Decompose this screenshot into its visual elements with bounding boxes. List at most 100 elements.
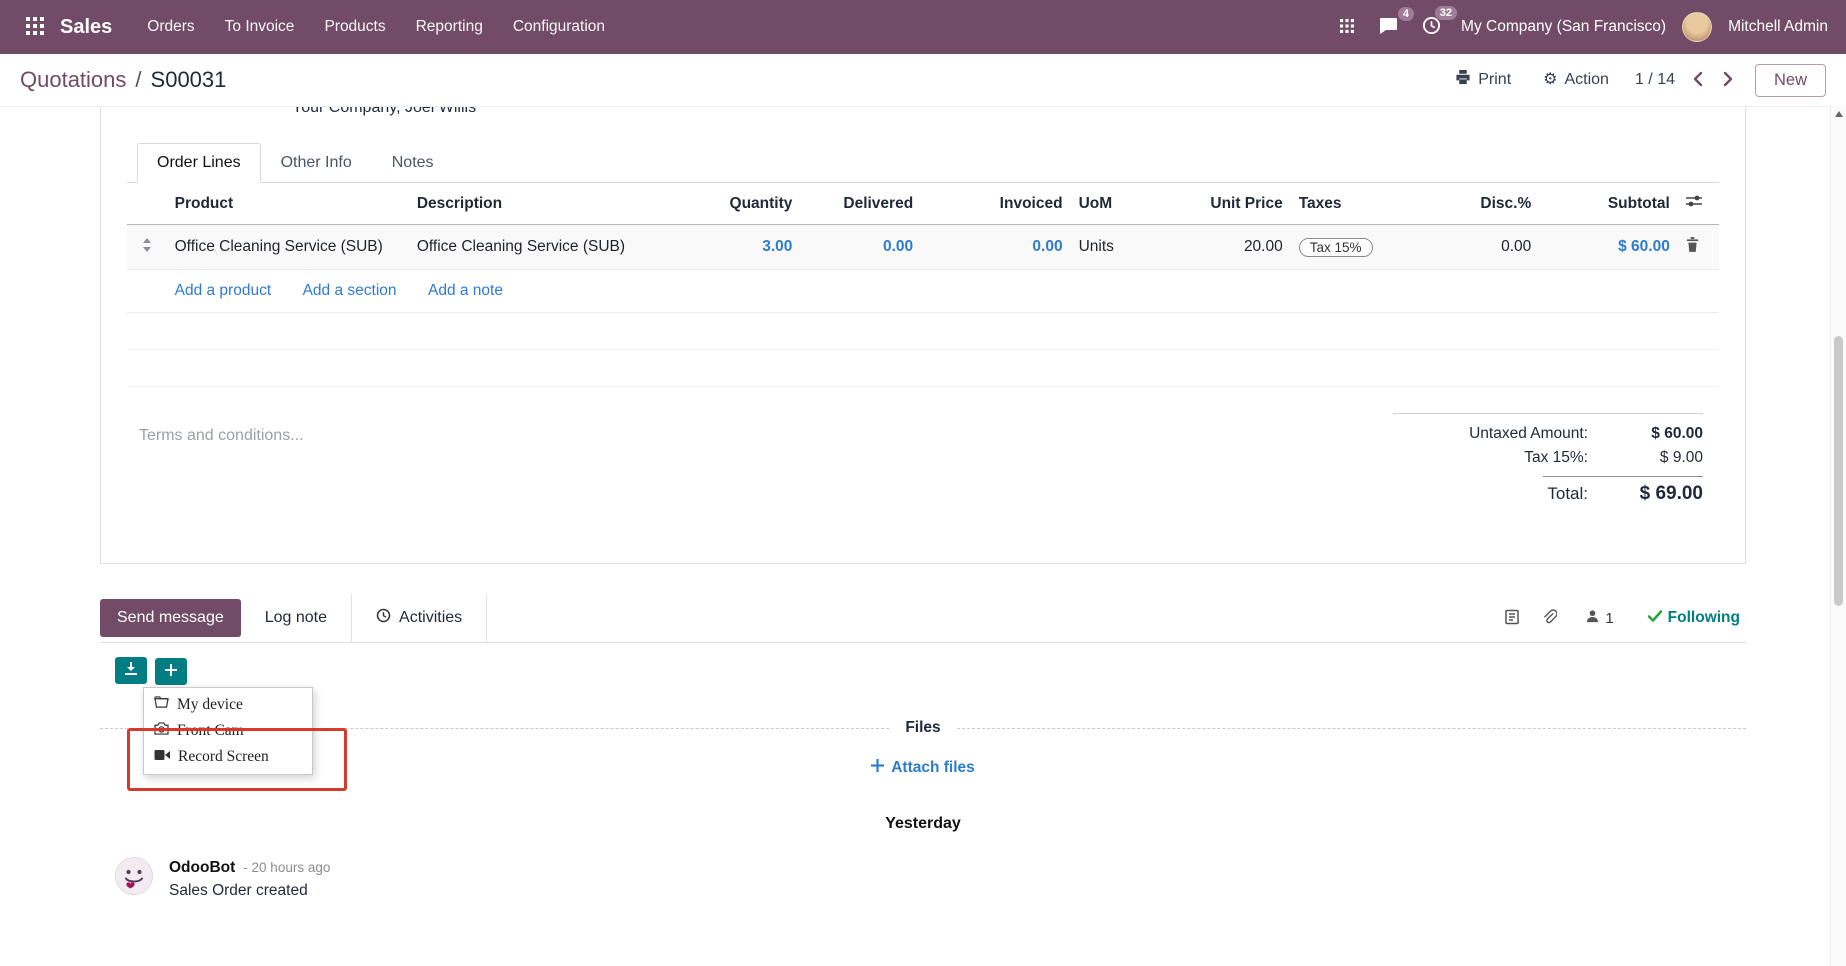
cell-product[interactable]: Office Cleaning Service (SUB): [167, 225, 409, 270]
col-uom[interactable]: UoM: [1071, 183, 1156, 225]
send-message-button[interactable]: Send message: [100, 599, 241, 637]
vertical-scrollbar[interactable]: [1830, 106, 1846, 966]
pager-previous-button[interactable]: [1691, 69, 1705, 92]
form-sheet: Your Company, Joel Willis Order Lines Ot…: [100, 107, 1746, 564]
add-a-section-link[interactable]: Add a section: [303, 282, 397, 299]
menu-item-front-cam[interactable]: Front Cam: [144, 718, 312, 744]
attach-files-wrap: Attach files: [100, 759, 1746, 777]
nav-item-configuration[interactable]: Configuration: [498, 0, 620, 54]
message-author[interactable]: OdooBot: [169, 859, 235, 877]
col-unit-price[interactable]: Unit Price: [1156, 183, 1291, 225]
message-timestamp: - 20 hours ago: [243, 860, 330, 875]
menu-item-label: Front Cam: [177, 720, 244, 742]
terms-placeholder[interactable]: Terms and conditions...: [127, 413, 304, 508]
video-camera-icon: [154, 746, 170, 768]
notebook-tabs: Order Lines Other Info Notes: [127, 143, 1719, 183]
chat-bubble-icon: [1378, 17, 1398, 38]
user-avatar[interactable]: [1682, 12, 1712, 42]
activities-button[interactable]: 32: [1418, 12, 1445, 42]
menu-item-record-screen[interactable]: Record Screen: [144, 744, 312, 770]
attachments-button[interactable]: [1542, 609, 1557, 628]
following-button[interactable]: Following: [1642, 608, 1746, 628]
new-button[interactable]: New: [1755, 64, 1826, 97]
small-grid-icon: [1340, 19, 1354, 36]
add-a-product-link[interactable]: Add a product: [175, 282, 272, 299]
scrollbar-thumb[interactable]: [1834, 336, 1843, 606]
add-a-note-link[interactable]: Add a note: [428, 282, 503, 299]
scroll-up-arrow-icon[interactable]: [1835, 111, 1843, 117]
col-disc[interactable]: Disc.%: [1434, 183, 1540, 225]
total-row: Total: $ 69.00: [1393, 480, 1703, 508]
systray-grid-button[interactable]: [1336, 15, 1358, 40]
cell-invoiced[interactable]: 0.00: [921, 225, 1070, 270]
delete-line-button[interactable]: [1686, 237, 1699, 255]
action-button[interactable]: ⚙ Action: [1537, 70, 1615, 90]
systray: 4 32 My Company (San Francisco) Mitchell…: [1336, 12, 1828, 42]
col-description[interactable]: Description: [409, 183, 691, 225]
cell-quantity[interactable]: 3.00: [690, 225, 800, 270]
cell-description[interactable]: Office Cleaning Service (SUB): [409, 225, 691, 270]
activities-schedule-button[interactable]: Activities: [352, 594, 486, 642]
trash-icon: [1686, 237, 1699, 255]
apps-grid-icon: [26, 17, 44, 38]
user-menu[interactable]: Mitchell Admin: [1728, 18, 1828, 36]
total-value: $ 69.00: [1588, 483, 1703, 505]
col-invoiced[interactable]: Invoiced: [921, 183, 1070, 225]
clipped-field-value: Your Company, Joel Willis: [292, 107, 476, 117]
print-button[interactable]: Print: [1449, 69, 1517, 91]
print-label: Print: [1478, 71, 1511, 89]
tax-tag[interactable]: Tax 15%: [1299, 238, 1373, 257]
breadcrumb-quotations-link[interactable]: Quotations: [20, 67, 126, 93]
table-header-row: Product Description Quantity Delivered I…: [127, 183, 1719, 225]
handle-column-header: [127, 183, 167, 225]
drag-handle[interactable]: [127, 225, 167, 270]
nav-item-to-invoice[interactable]: To Invoice: [210, 0, 310, 54]
cell-delivered[interactable]: 0.00: [800, 225, 921, 270]
chatter: Send message Log note Activities: [100, 594, 1746, 900]
col-taxes[interactable]: Taxes: [1291, 183, 1434, 225]
files-divider: Files: [100, 719, 1746, 737]
cell-taxes[interactable]: Tax 15%: [1291, 225, 1434, 270]
nav-item-orders[interactable]: Orders: [132, 0, 209, 54]
app-name[interactable]: Sales: [60, 16, 112, 39]
nav-item-products[interactable]: Products: [309, 0, 400, 54]
menu-item-my-device[interactable]: My device: [144, 692, 312, 718]
tab-other-info[interactable]: Other Info: [261, 143, 372, 183]
clipped-field-row: Your Company, Joel Willis: [127, 107, 1719, 123]
toolbar-divider: [486, 594, 487, 642]
message-body: Sales Order created: [169, 882, 330, 900]
tab-order-lines[interactable]: Order Lines: [137, 143, 261, 183]
order-line-row[interactable]: Office Cleaning Service (SUB) Office Cle…: [127, 225, 1719, 270]
menu-item-label: My device: [177, 694, 243, 716]
plus-icon: [165, 664, 177, 679]
cell-unit-price[interactable]: 20.00: [1156, 225, 1291, 270]
following-label: Following: [1668, 609, 1740, 627]
col-product[interactable]: Product: [167, 183, 409, 225]
messages-button[interactable]: 4: [1374, 13, 1402, 42]
column-settings-header: [1678, 183, 1719, 225]
clock-small-icon: [376, 608, 391, 628]
nav-item-reporting[interactable]: Reporting: [401, 0, 498, 54]
cell-disc[interactable]: 0.00: [1434, 225, 1540, 270]
chatter-message: OdooBot - 20 hours ago Sales Order creat…: [100, 857, 1746, 900]
cell-subtotal[interactable]: $ 60.00: [1539, 225, 1678, 270]
company-switcher[interactable]: My Company (San Francisco): [1461, 18, 1666, 36]
attach-files-link[interactable]: Attach files: [871, 759, 975, 777]
optional-columns-button[interactable]: [1686, 194, 1702, 211]
full-composer-button[interactable]: [1504, 609, 1520, 628]
tab-notes[interactable]: Notes: [372, 143, 454, 183]
tax-row: Tax 15%: $ 9.00: [1393, 446, 1703, 470]
upload-file-button[interactable]: [115, 657, 147, 684]
col-delivered[interactable]: Delivered: [800, 183, 921, 225]
apps-menu-button[interactable]: [18, 11, 52, 44]
folder-icon: [154, 694, 169, 716]
col-quantity[interactable]: Quantity: [690, 183, 800, 225]
attach-dropdown-menu: My device Front Cam Record Screen: [143, 687, 313, 775]
cell-uom[interactable]: Units: [1071, 225, 1156, 270]
pager: 1 / 14: [1635, 69, 1735, 92]
col-subtotal[interactable]: Subtotal: [1539, 183, 1678, 225]
followers-button[interactable]: 1: [1579, 608, 1619, 629]
pager-next-button[interactable]: [1721, 69, 1735, 92]
add-attachment-button[interactable]: [155, 658, 187, 685]
log-note-button[interactable]: Log note: [241, 594, 351, 642]
